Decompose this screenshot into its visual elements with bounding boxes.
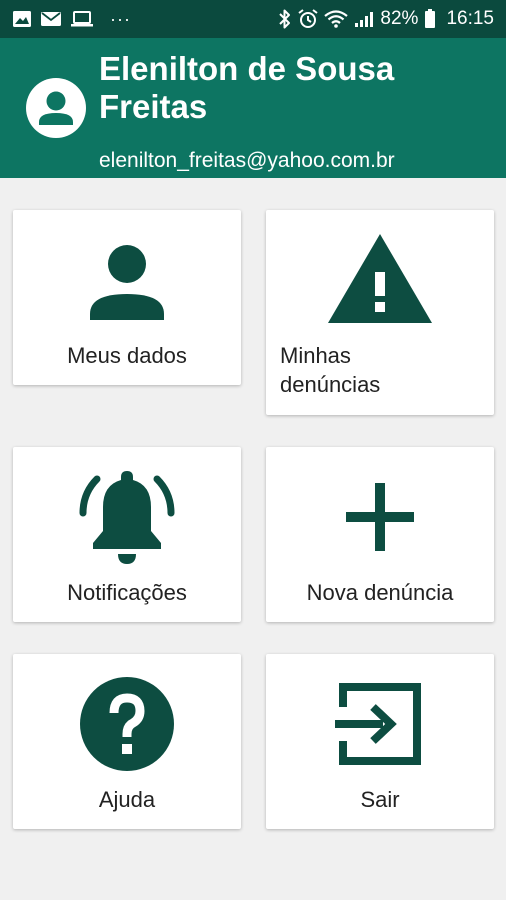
plus-icon (345, 482, 415, 552)
battery-icon (424, 9, 436, 29)
menu-card-label: Notificações (67, 580, 187, 605)
menu-card-label: Ajuda (98, 787, 156, 812)
menu-card-nova-denuncia[interactable]: Nova denúncia (266, 447, 494, 622)
profile-header: Elenilton de Sousa Freitas elenilton_fre… (0, 38, 506, 178)
clock: 16:15 (446, 8, 494, 29)
bell-ringing-icon (77, 469, 177, 567)
menu-card-meus-dados[interactable]: Meus dados (13, 210, 241, 385)
help-circle-icon (79, 676, 175, 772)
image-icon (12, 10, 32, 28)
battery-percent: 82% (380, 8, 419, 29)
menu-card-label: Minhas denúncias (280, 343, 381, 397)
user-email: elenilton_freitas@yahoo.com.br (99, 149, 395, 172)
exit-icon (335, 679, 425, 769)
menu-card-ajuda[interactable]: Ajuda (13, 654, 241, 829)
warning-icon (326, 232, 434, 326)
menu-card-minhas-denuncias[interactable]: Minhas denúncias (266, 210, 494, 415)
user-name: Elenilton de Sousa Freitas (99, 50, 395, 125)
laptop-icon (70, 10, 94, 28)
menu-card-label: Sair (360, 787, 400, 812)
more-indicator: ··· (110, 8, 131, 29)
signal-icon (354, 10, 374, 28)
alarm-icon (298, 9, 319, 29)
status-left: ··· (12, 9, 131, 30)
person-icon (82, 242, 172, 332)
mail-icon (40, 11, 62, 27)
avatar[interactable] (26, 78, 86, 138)
avatar-person-icon (39, 91, 73, 125)
status-right: 82% 16:15 (278, 8, 494, 30)
menu-card-sair[interactable]: Sair (266, 654, 494, 829)
menu-card-label: Nova denúncia (306, 580, 454, 605)
bluetooth-icon (278, 9, 292, 29)
wifi-icon (324, 9, 349, 29)
menu-card-notificacoes[interactable]: Notificações (13, 447, 241, 622)
menu-card-label: Meus dados (67, 343, 187, 368)
status-bar: ··· 82% 16:15 (0, 0, 506, 38)
